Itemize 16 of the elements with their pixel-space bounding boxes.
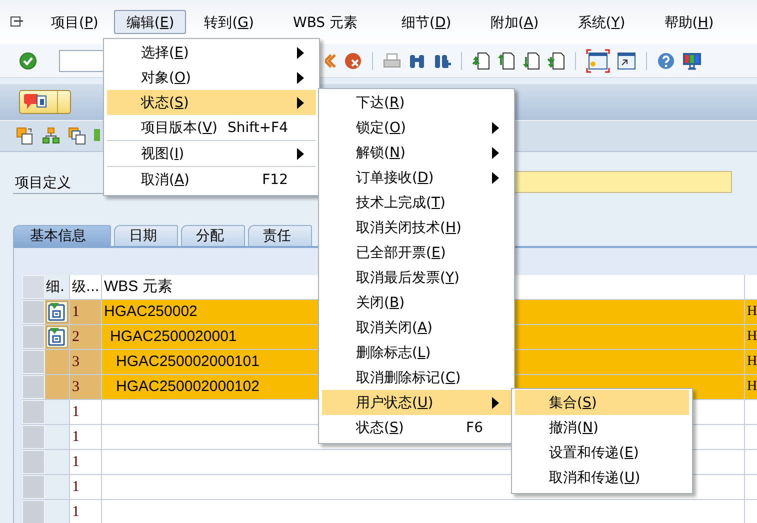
table-cell: 1: [70, 300, 102, 324]
table-cell: 1: [70, 475, 102, 499]
table-cell: 1: [70, 500, 102, 523]
table-cell: 3: [70, 375, 102, 399]
shortcut-label: F12: [262, 172, 288, 188]
shortcut-label: F6: [466, 420, 483, 436]
table-cell: H: [745, 375, 757, 399]
table-cell: H: [745, 325, 757, 349]
table-cell: 3: [70, 350, 102, 374]
table-cell: H: [745, 350, 757, 374]
table-cell: 1: [70, 400, 102, 424]
table-cell: 1: [70, 450, 102, 474]
table-cell: 2: [70, 325, 102, 349]
shortcut-label: Shift+F4: [227, 120, 288, 136]
table-cell: H: [745, 300, 757, 324]
table-cell: 1: [70, 425, 102, 449]
